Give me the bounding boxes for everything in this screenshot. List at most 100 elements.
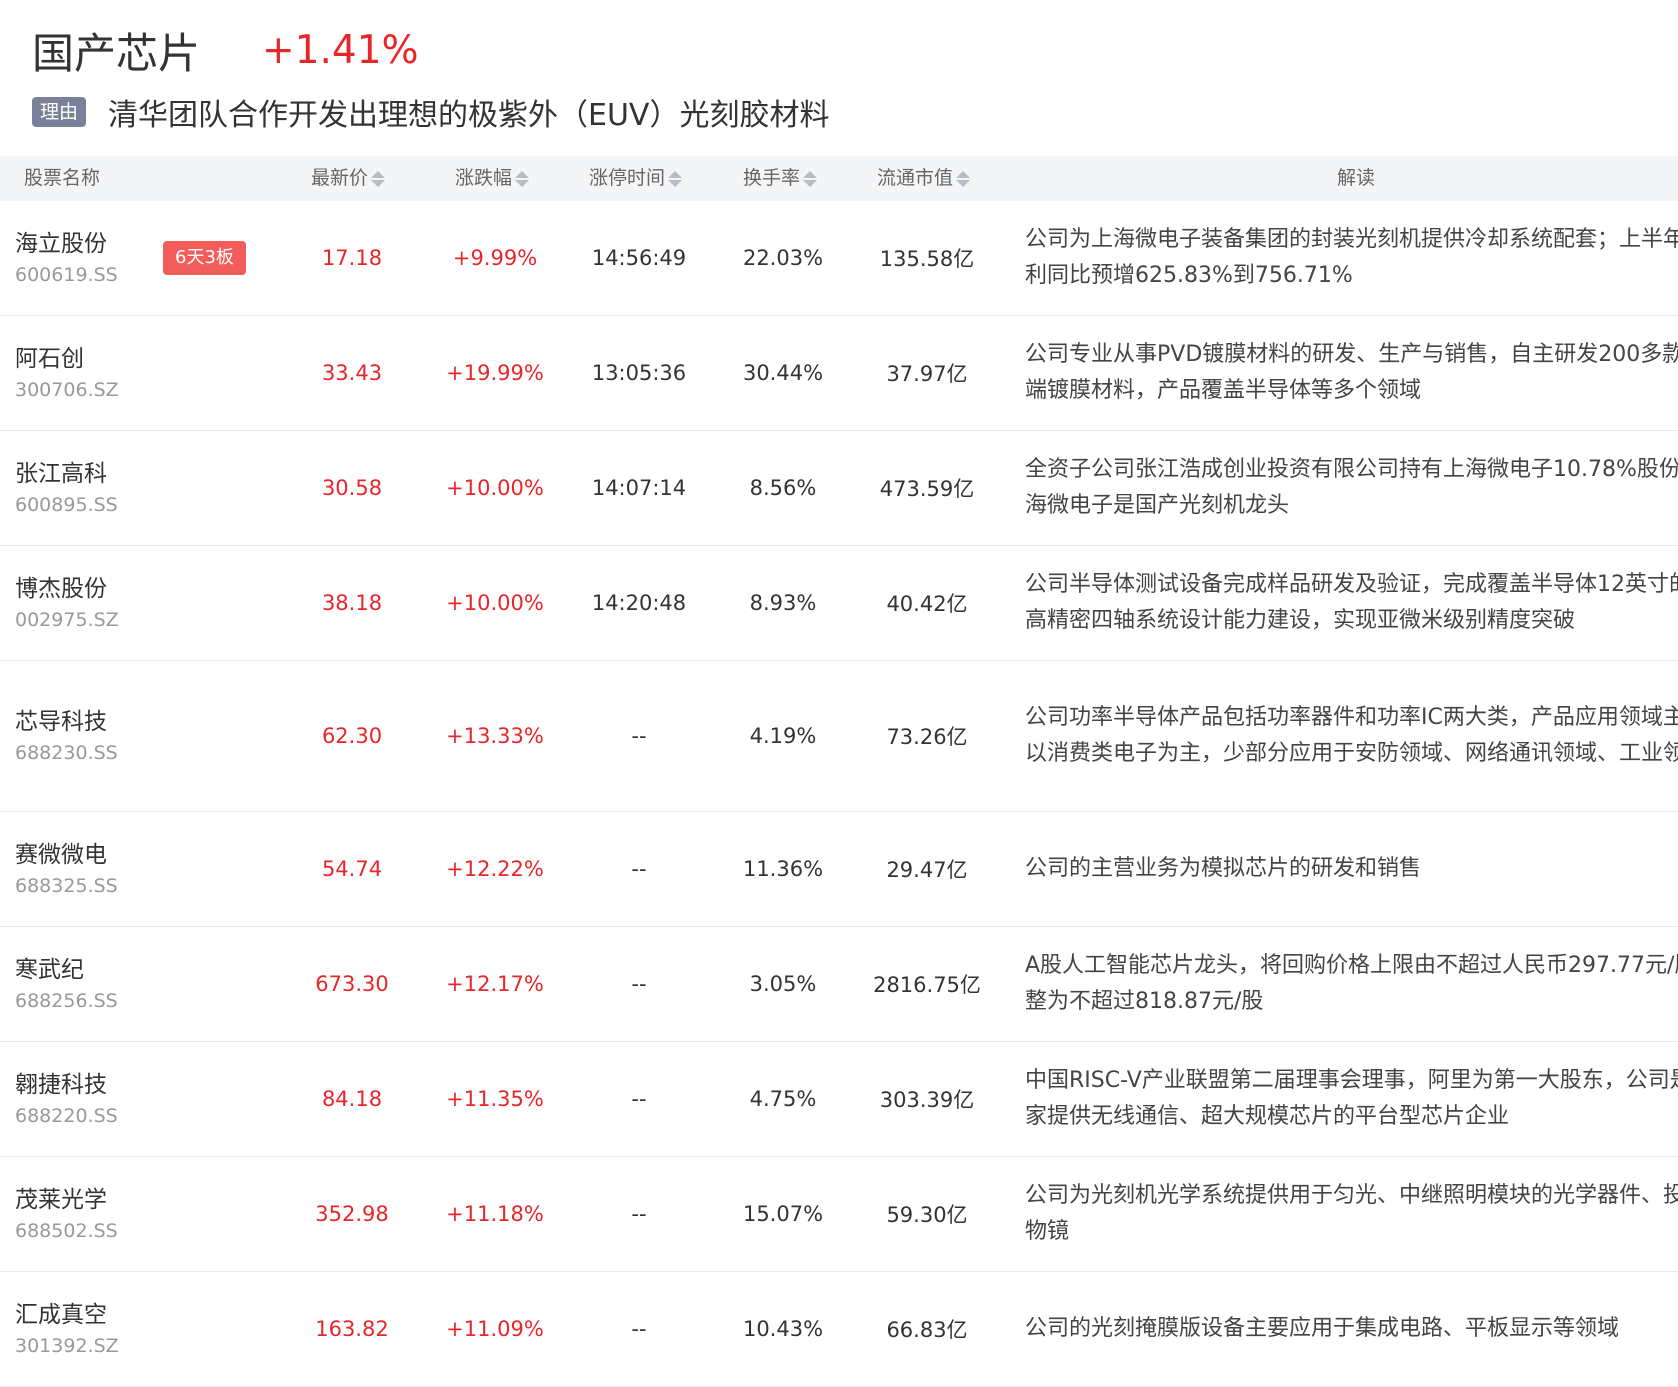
- note-cell: 公司专业从事PVD镀膜材料的研发、生产与销售，自主研发200多款高端镀膜材料，产…: [1025, 342, 1678, 403]
- stock-name[interactable]: 汇成真空: [15, 1298, 119, 1332]
- stock-name-block[interactable]: 张江高科 600895.SS: [15, 431, 118, 545]
- table-row[interactable]: 阿石创 300706.SZ 33.43 +19.99% 13:05:36 30.…: [0, 316, 1678, 431]
- turnover-cell: 4.19%: [749, 724, 817, 748]
- col-turnover[interactable]: 换手率: [743, 156, 818, 201]
- change-cell: +12.17%: [446, 972, 544, 996]
- stock-name[interactable]: 芯导科技: [15, 705, 118, 739]
- stock-name[interactable]: 张江高科: [15, 457, 118, 491]
- stock-name[interactable]: 茂莱光学: [15, 1183, 118, 1217]
- reason-bar: 理由 清华团队合作开发出理想的极紫外（EUV）光刻胶材料: [32, 88, 829, 136]
- change-cell: +10.00%: [446, 591, 544, 615]
- stock-name-block[interactable]: 博杰股份 002975.SZ: [15, 546, 119, 660]
- table-row[interactable]: 汇成真空 301392.SZ 163.82 +11.09% -- 10.43% …: [0, 1272, 1678, 1387]
- table-row[interactable]: 张江高科 600895.SS 30.58 +10.00% 14:07:14 8.…: [0, 431, 1678, 546]
- turnover-cell: 4.75%: [749, 1087, 817, 1111]
- stock-name-block[interactable]: 汇成真空 301392.SZ: [15, 1272, 119, 1386]
- price-cell: 38.18: [321, 591, 383, 615]
- note-cell: 公司为上海微电子装备集团的封装光刻机提供冷却系统配套；上半年净利同比预增625.…: [1025, 227, 1678, 288]
- table-row[interactable]: 赛微微电 688325.SS 54.74 +12.22% -- 11.36% 2…: [0, 812, 1678, 927]
- col-price[interactable]: 最新价: [311, 156, 386, 201]
- col-limit-time[interactable]: 涨停时间: [589, 156, 683, 201]
- market-cap-cell: 303.39亿: [879, 1088, 975, 1112]
- price-cell: 84.18: [321, 1087, 383, 1111]
- change-cell: +11.35%: [446, 1087, 544, 1111]
- table-row[interactable]: 海立股份 600619.SS 6天3板 17.18 +9.99% 14:56:4…: [0, 201, 1678, 316]
- change-cell: +19.99%: [446, 361, 544, 385]
- market-cap-cell: 29.47亿: [886, 858, 968, 882]
- market-cap-cell: 59.30亿: [886, 1203, 968, 1227]
- price-cell: 673.30: [315, 972, 389, 996]
- stock-name-block[interactable]: 茂莱光学 688502.SS: [15, 1157, 118, 1271]
- price-cell: 54.74: [321, 857, 383, 881]
- stock-code: 688220.SS: [15, 1105, 118, 1127]
- turnover-cell: 3.05%: [749, 972, 817, 996]
- limit-time-cell: 14:20:48: [591, 591, 687, 615]
- stock-table: 股票名称 最新价 涨跌幅 涨停时间 换手率 流通市值 解读 海立股份 60061…: [0, 156, 1678, 1387]
- limit-time-cell: --: [631, 1202, 647, 1226]
- sector-change: +1.41%: [262, 27, 419, 73]
- stock-name[interactable]: 阿石创: [15, 342, 119, 376]
- limit-time-cell: 14:07:14: [591, 476, 687, 500]
- market-cap-cell: 135.58亿: [879, 247, 975, 271]
- stock-name[interactable]: 博杰股份: [15, 572, 119, 606]
- table-row[interactable]: 寒武纪 688256.SS 673.30 +12.17% -- 3.05% 28…: [0, 927, 1678, 1042]
- market-cap-cell: 66.83亿: [886, 1318, 968, 1342]
- price-cell: 30.58: [321, 476, 383, 500]
- header: 国产芯片 +1.41%: [32, 20, 419, 80]
- stock-code: 300706.SZ: [15, 379, 119, 401]
- table-row[interactable]: 芯导科技 688230.SS 62.30 +13.33% -- 4.19% 73…: [0, 661, 1678, 812]
- table-row[interactable]: 翱捷科技 688220.SS 84.18 +11.35% -- 4.75% 30…: [0, 1042, 1678, 1157]
- turnover-cell: 11.36%: [742, 857, 824, 881]
- price-cell: 33.43: [321, 361, 383, 385]
- limit-badge: 6天3板: [163, 241, 246, 275]
- stock-name-block[interactable]: 翱捷科技 688220.SS: [15, 1042, 118, 1156]
- note-cell: 公司的主营业务为模拟芯片的研发和销售: [1025, 856, 1422, 881]
- stock-name-block[interactable]: 赛微微电 688325.SS: [15, 812, 118, 926]
- sector-title: 国产芯片: [32, 28, 201, 78]
- market-cap-cell: 40.42亿: [886, 592, 968, 616]
- stock-name-block[interactable]: 海立股份 600619.SS: [15, 201, 118, 315]
- stock-name-block[interactable]: 阿石创 300706.SZ: [15, 316, 119, 430]
- limit-time-cell: --: [631, 857, 647, 881]
- note-cell: 中国RISC-V产业联盟第二届理事会理事，阿里为第一大股东，公司是一家提供无线通…: [1025, 1068, 1678, 1129]
- stock-code: 002975.SZ: [15, 609, 119, 631]
- sort-icon[interactable]: [371, 170, 386, 187]
- table-header: 股票名称 最新价 涨跌幅 涨停时间 换手率 流通市值 解读: [0, 156, 1678, 201]
- limit-time-cell: --: [631, 1317, 647, 1341]
- sort-icon[interactable]: [515, 170, 530, 187]
- note-cell: 公司为光刻机光学系统提供用于匀光、中继照明模块的光学器件、投影物镜: [1025, 1183, 1678, 1244]
- market-cap-cell: 2816.75亿: [873, 973, 981, 997]
- stock-code: 688230.SS: [15, 742, 118, 764]
- table-row[interactable]: 茂莱光学 688502.SS 352.98 +11.18% -- 15.07% …: [0, 1157, 1678, 1272]
- price-cell: 163.82: [315, 1317, 389, 1341]
- note-cell: 公司的光刻掩膜版设备主要应用于集成电路、平板显示等领域: [1025, 1316, 1620, 1341]
- note-cell: 全资子公司张江浩成创业投资有限公司持有上海微电子10.78%股份；上海微电子是国…: [1025, 457, 1678, 518]
- sort-icon[interactable]: [668, 170, 683, 187]
- turnover-cell: 8.56%: [749, 476, 817, 500]
- stock-name[interactable]: 翱捷科技: [15, 1068, 118, 1102]
- change-cell: +9.99%: [452, 246, 538, 270]
- table-row[interactable]: 博杰股份 002975.SZ 38.18 +10.00% 14:20:48 8.…: [0, 546, 1678, 661]
- stock-name[interactable]: 海立股份: [15, 227, 118, 261]
- stock-name[interactable]: 赛微微电: [15, 838, 118, 872]
- sort-icon[interactable]: [803, 170, 818, 187]
- stock-name-block[interactable]: 寒武纪 688256.SS: [15, 927, 118, 1041]
- price-cell: 352.98: [315, 1202, 389, 1226]
- market-cap-cell: 37.97亿: [886, 362, 968, 386]
- change-cell: +11.18%: [446, 1202, 544, 1226]
- col-change[interactable]: 涨跌幅: [455, 156, 530, 201]
- turnover-cell: 8.93%: [749, 591, 817, 615]
- turnover-cell: 22.03%: [742, 246, 824, 270]
- turnover-cell: 10.43%: [742, 1317, 824, 1341]
- col-market-cap[interactable]: 流通市值: [877, 156, 971, 201]
- turnover-cell: 30.44%: [742, 361, 824, 385]
- stock-name-block[interactable]: 芯导科技 688230.SS: [15, 661, 118, 811]
- change-cell: +11.09%: [446, 1317, 544, 1341]
- turnover-cell: 15.07%: [742, 1202, 824, 1226]
- sort-icon[interactable]: [956, 170, 971, 187]
- stock-name[interactable]: 寒武纪: [15, 953, 118, 987]
- change-cell: +12.22%: [446, 857, 544, 881]
- limit-time-cell: --: [631, 724, 647, 748]
- limit-time-cell: --: [631, 1087, 647, 1111]
- market-cap-cell: 73.26亿: [886, 725, 968, 749]
